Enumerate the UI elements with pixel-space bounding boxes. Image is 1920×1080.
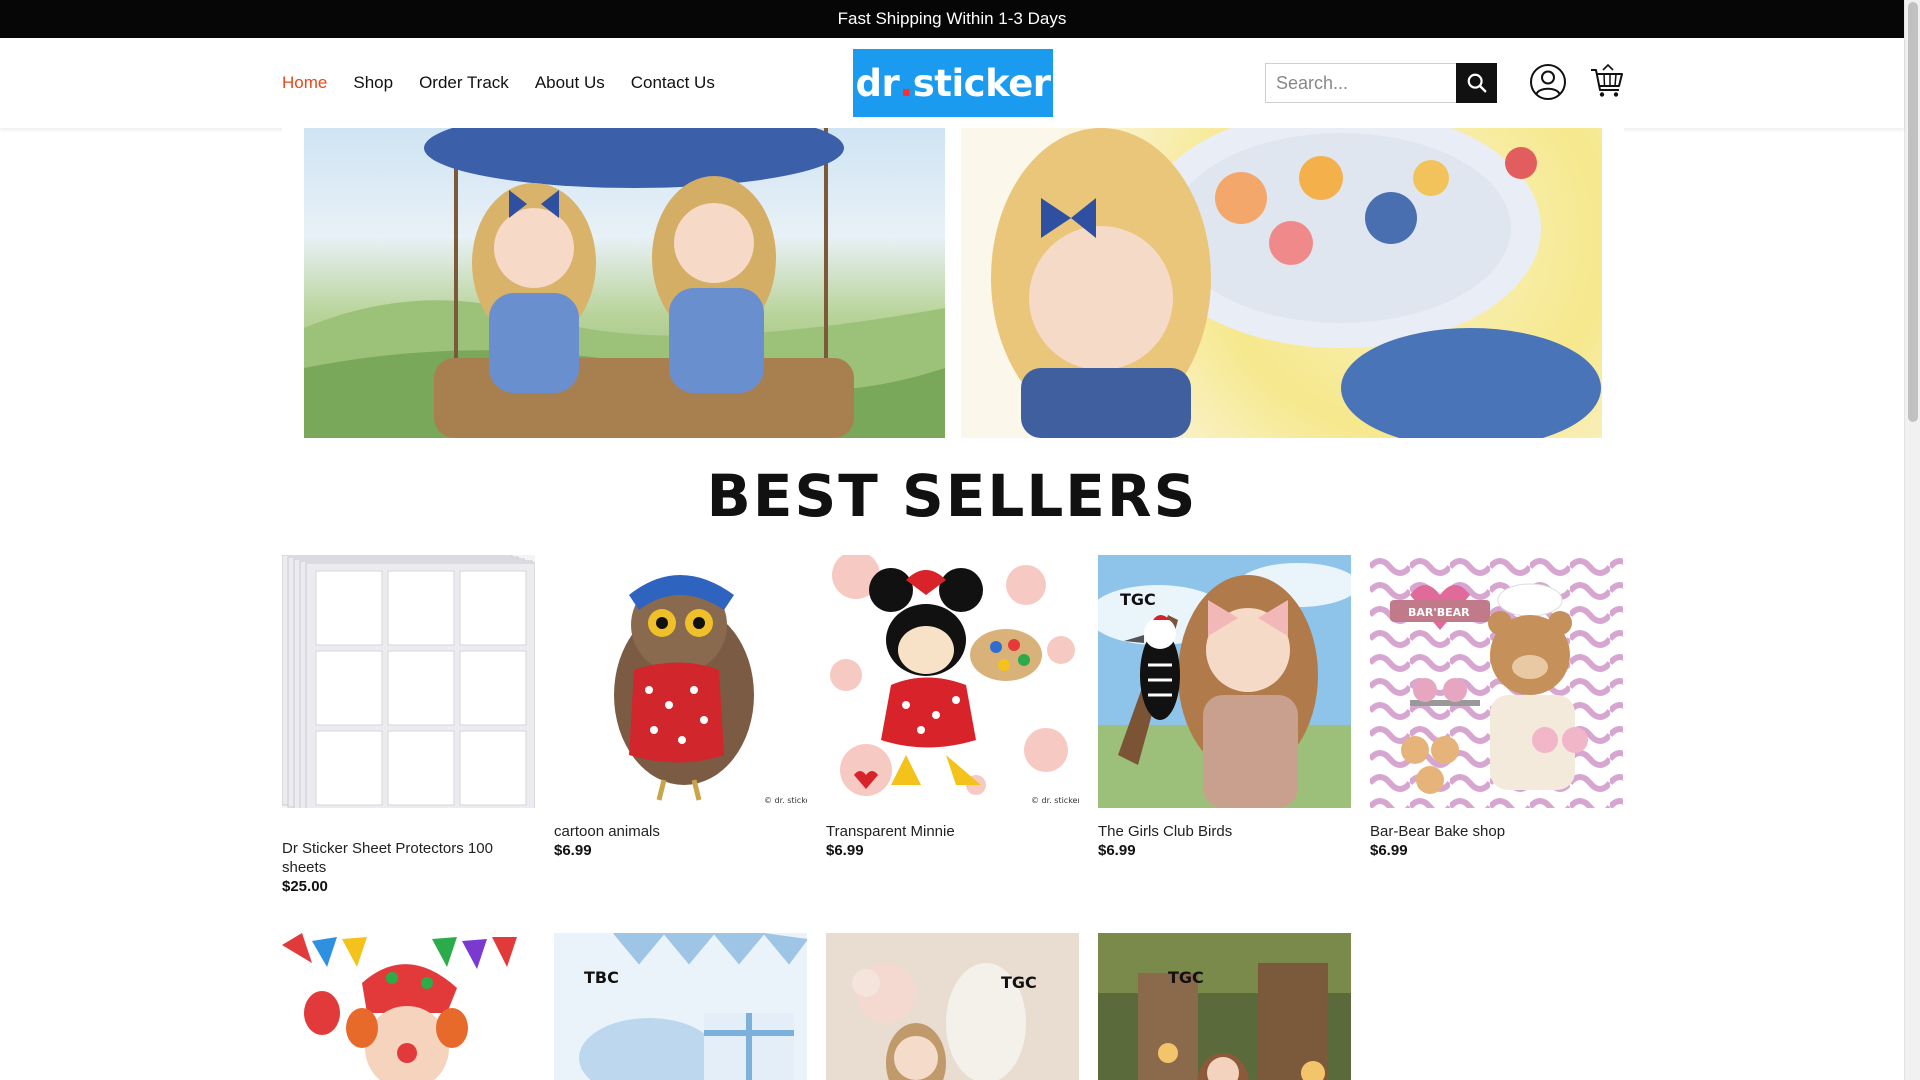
- tbc-mark: TBC: [584, 968, 619, 987]
- product-image-girls-club-lanterns[interactable]: TGC: [1098, 933, 1351, 1080]
- nav-contact-us[interactable]: Contact Us: [631, 73, 715, 93]
- product-name[interactable]: Transparent Minnie: [826, 822, 1079, 841]
- product-card[interactable]: BAR'BEAR Bar-Bear Bake shop $6.99: [1370, 555, 1623, 859]
- product-price: $6.99: [554, 842, 592, 859]
- nav-home[interactable]: Home: [282, 73, 327, 93]
- product-image-owl[interactable]: © dr. sticker: [554, 555, 807, 808]
- nav-about-us[interactable]: About Us: [535, 73, 605, 93]
- logo-text-dr: dr: [855, 61, 900, 105]
- product-card[interactable]: TGC The Girls Club Birds $6.99: [1098, 555, 1351, 859]
- nav-shop[interactable]: Shop: [353, 73, 393, 93]
- product-image-bar-bear-bake-shop[interactable]: BAR'BEAR: [1370, 555, 1623, 808]
- tgc-mark: TGC: [1168, 968, 1204, 987]
- product-image-clown[interactable]: [282, 933, 535, 1080]
- product-name[interactable]: Bar-Bear Bake shop: [1370, 822, 1623, 841]
- banner-image-balloon-girls: [304, 128, 945, 438]
- copyright-mark: © dr. sticker: [1031, 796, 1079, 805]
- copyright-mark: © dr. sticker: [764, 796, 807, 805]
- product-image-minnie[interactable]: © dr. sticker: [826, 555, 1079, 808]
- logo-dot: .: [899, 61, 913, 105]
- search-form: [1265, 63, 1497, 103]
- product-image-sheet-protectors[interactable]: [282, 555, 535, 808]
- tgc-mark: TGC: [1120, 590, 1156, 609]
- product-image-girls-club-wedding[interactable]: TGC: [826, 933, 1079, 1080]
- product-card[interactable]: TGC: [826, 933, 1079, 1080]
- product-name[interactable]: cartoon animals: [554, 822, 807, 841]
- nav-order-track[interactable]: Order Track: [419, 73, 509, 93]
- product-name[interactable]: The Girls Club Birds: [1098, 822, 1351, 841]
- search-input[interactable]: [1265, 63, 1456, 103]
- product-image-baby-club[interactable]: TBC: [554, 933, 807, 1080]
- scrollbar[interactable]: [1904, 0, 1920, 1080]
- product-price: $6.99: [1370, 842, 1408, 859]
- banner-image-cereal-girl: [961, 128, 1602, 438]
- product-price: $6.99: [1098, 842, 1136, 859]
- cart-icon[interactable]: [1589, 63, 1625, 99]
- logo-text-sticker: sticker: [912, 61, 1051, 105]
- product-name[interactable]: Dr Sticker Sheet Protectors 100 sheets: [282, 839, 535, 877]
- product-price: $6.99: [826, 842, 864, 859]
- tgc-mark: TGC: [1001, 973, 1037, 992]
- bear-sign-mark: BAR'BEAR: [1408, 606, 1470, 619]
- product-card[interactable]: © dr. sticker Transparent Minnie $6.99: [826, 555, 1079, 859]
- user-icon[interactable]: [1529, 63, 1567, 101]
- hero-banner[interactable]: [282, 128, 1624, 438]
- product-image-girls-club-birds[interactable]: TGC: [1098, 555, 1351, 808]
- product-card[interactable]: TBC: [554, 933, 807, 1080]
- site-logo[interactable]: dr. sticker: [853, 49, 1053, 117]
- announcement-bar: Fast Shipping Within 1-3 Days: [0, 0, 1904, 38]
- announcement-text: Fast Shipping Within 1-3 Days: [837, 9, 1067, 28]
- product-card[interactable]: TGC: [1098, 933, 1351, 1080]
- product-card[interactable]: © dr. sticker cartoon animals $6.99: [554, 555, 807, 859]
- search-button[interactable]: [1456, 63, 1497, 103]
- site-header: Home Shop Order Track About Us Contact U…: [0, 38, 1904, 128]
- main-nav: Home Shop Order Track About Us Contact U…: [282, 38, 715, 128]
- product-price: $25.00: [282, 878, 328, 895]
- search-icon: [1467, 73, 1486, 93]
- section-title: BEST SELLERS: [706, 462, 1198, 530]
- product-card[interactable]: [282, 933, 535, 1080]
- scrollbar-thumb[interactable]: [1908, 2, 1918, 422]
- product-card[interactable]: Dr Sticker Sheet Protectors 100 sheets $…: [282, 555, 535, 895]
